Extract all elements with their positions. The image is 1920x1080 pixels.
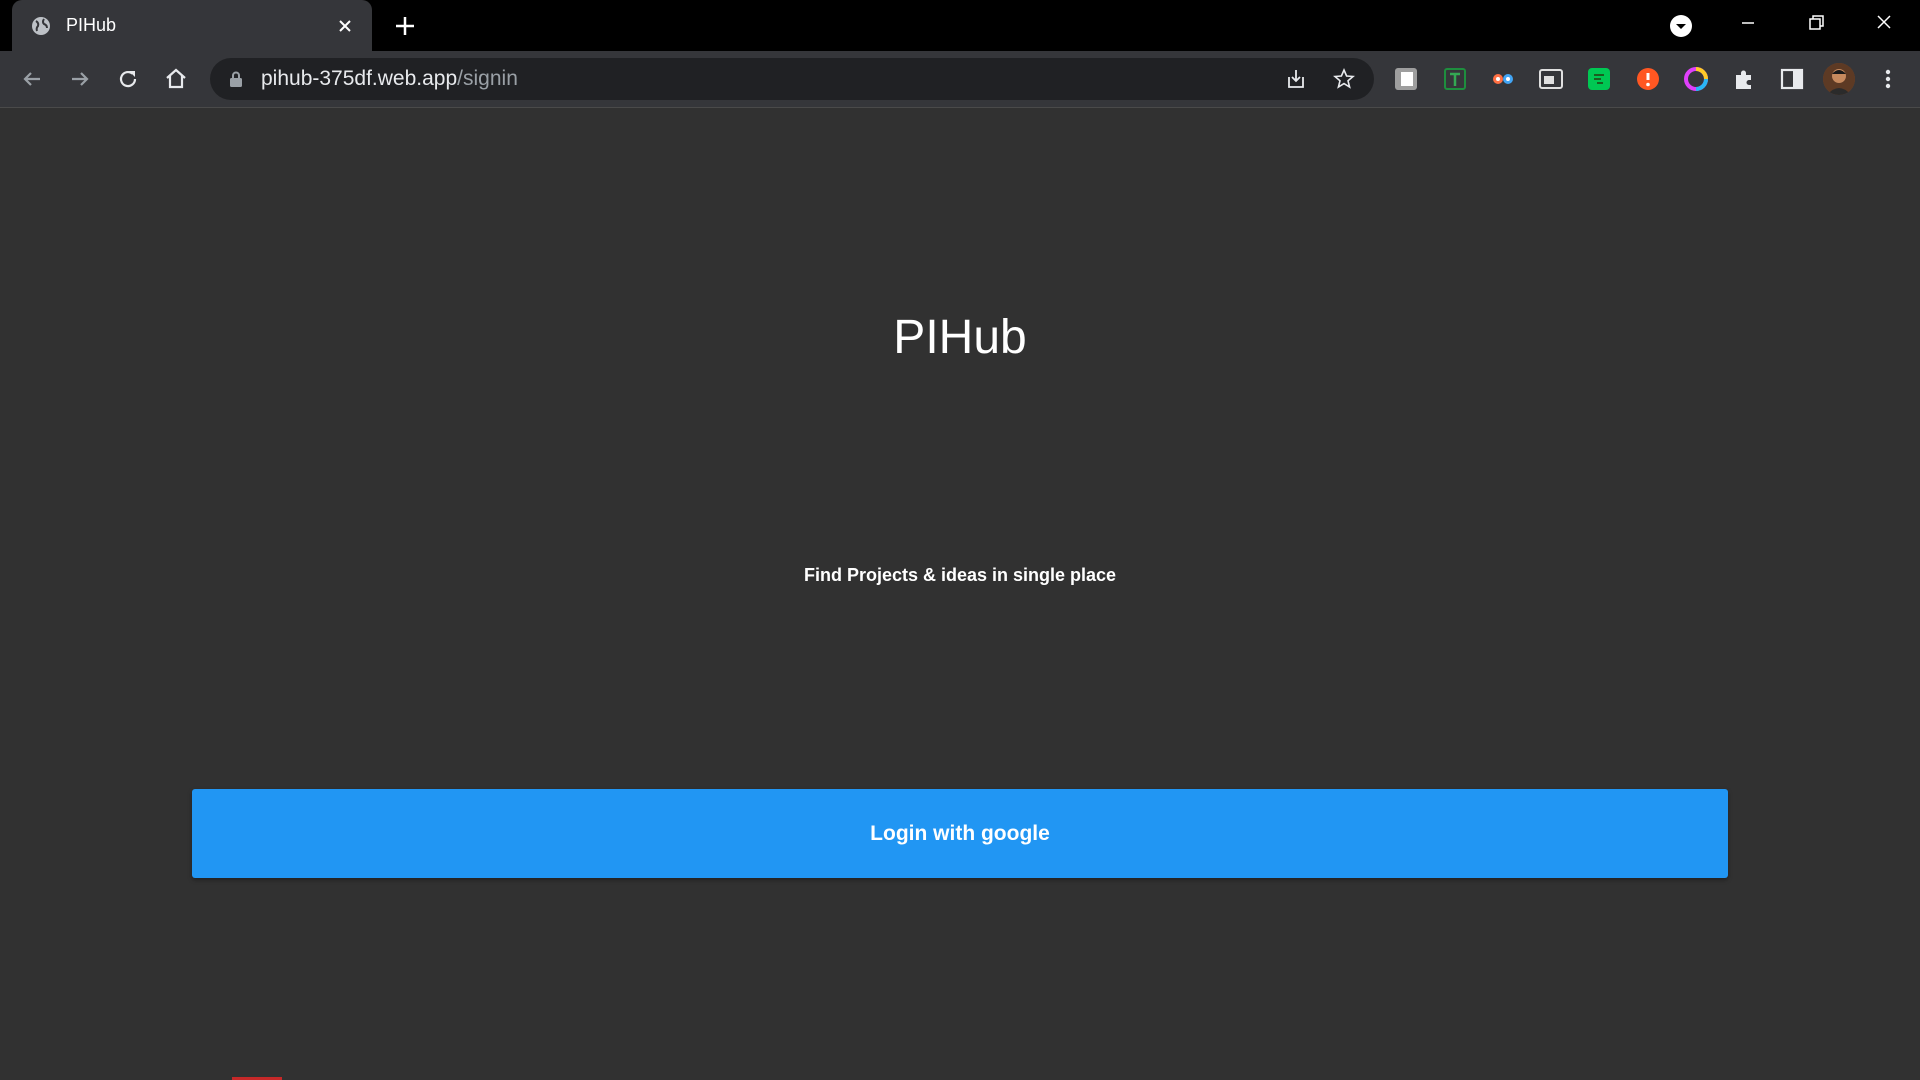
extension-ring-icon[interactable] xyxy=(1682,65,1710,93)
url-text[interactable]: pihub-375df.web.app/signin xyxy=(261,68,518,90)
tagline: Find Projects & ideas in single place xyxy=(803,565,1117,585)
extension-grey-icon[interactable] xyxy=(1392,65,1420,93)
extension-eyes-icon[interactable] xyxy=(1489,65,1517,93)
install-app-icon[interactable] xyxy=(1284,67,1308,91)
extension-window-icon[interactable] xyxy=(1537,65,1565,93)
new-tab-icon[interactable] xyxy=(392,13,418,39)
address-bar[interactable]: pihub-375df.web.app/signin xyxy=(210,58,1374,100)
page-title: PIHub xyxy=(893,311,1027,364)
back-icon[interactable] xyxy=(18,65,46,93)
login-with-google-button[interactable]: Login with google xyxy=(192,789,1728,878)
reload-icon[interactable] xyxy=(114,65,142,93)
puzzle-icon[interactable] xyxy=(1730,65,1758,93)
minimize-icon[interactable] xyxy=(1728,8,1768,38)
browser-tab[interactable]: PIHub xyxy=(12,0,372,51)
extension-green-icon[interactable] xyxy=(1585,65,1613,93)
lock-icon[interactable] xyxy=(226,69,246,89)
url-path: /signin xyxy=(457,67,518,90)
tab-strip: PIHub xyxy=(0,0,1920,51)
tab-search-icon[interactable] xyxy=(1668,13,1694,39)
side-panel-icon[interactable] xyxy=(1778,65,1806,93)
home-icon[interactable] xyxy=(162,65,190,93)
page-content: PIHub Find Projects & ideas in single pl… xyxy=(0,108,1920,1080)
restore-icon[interactable] xyxy=(1796,8,1836,38)
extension-alert-icon[interactable] xyxy=(1634,65,1662,93)
url-domain: pihub-375df.web.app xyxy=(261,67,458,90)
bookmark-star-icon[interactable] xyxy=(1332,67,1356,91)
extension-t-icon[interactable] xyxy=(1441,65,1469,93)
profile-avatar[interactable] xyxy=(1823,63,1855,95)
forward-icon[interactable] xyxy=(66,65,94,93)
window-close-icon[interactable] xyxy=(1864,8,1904,38)
browser-toolbar: pihub-375df.web.app/signin xyxy=(0,51,1920,108)
tab-title: PIHub xyxy=(66,15,117,35)
more-menu-icon[interactable] xyxy=(1874,65,1902,93)
globe-icon xyxy=(30,15,52,37)
close-icon[interactable] xyxy=(334,15,356,37)
